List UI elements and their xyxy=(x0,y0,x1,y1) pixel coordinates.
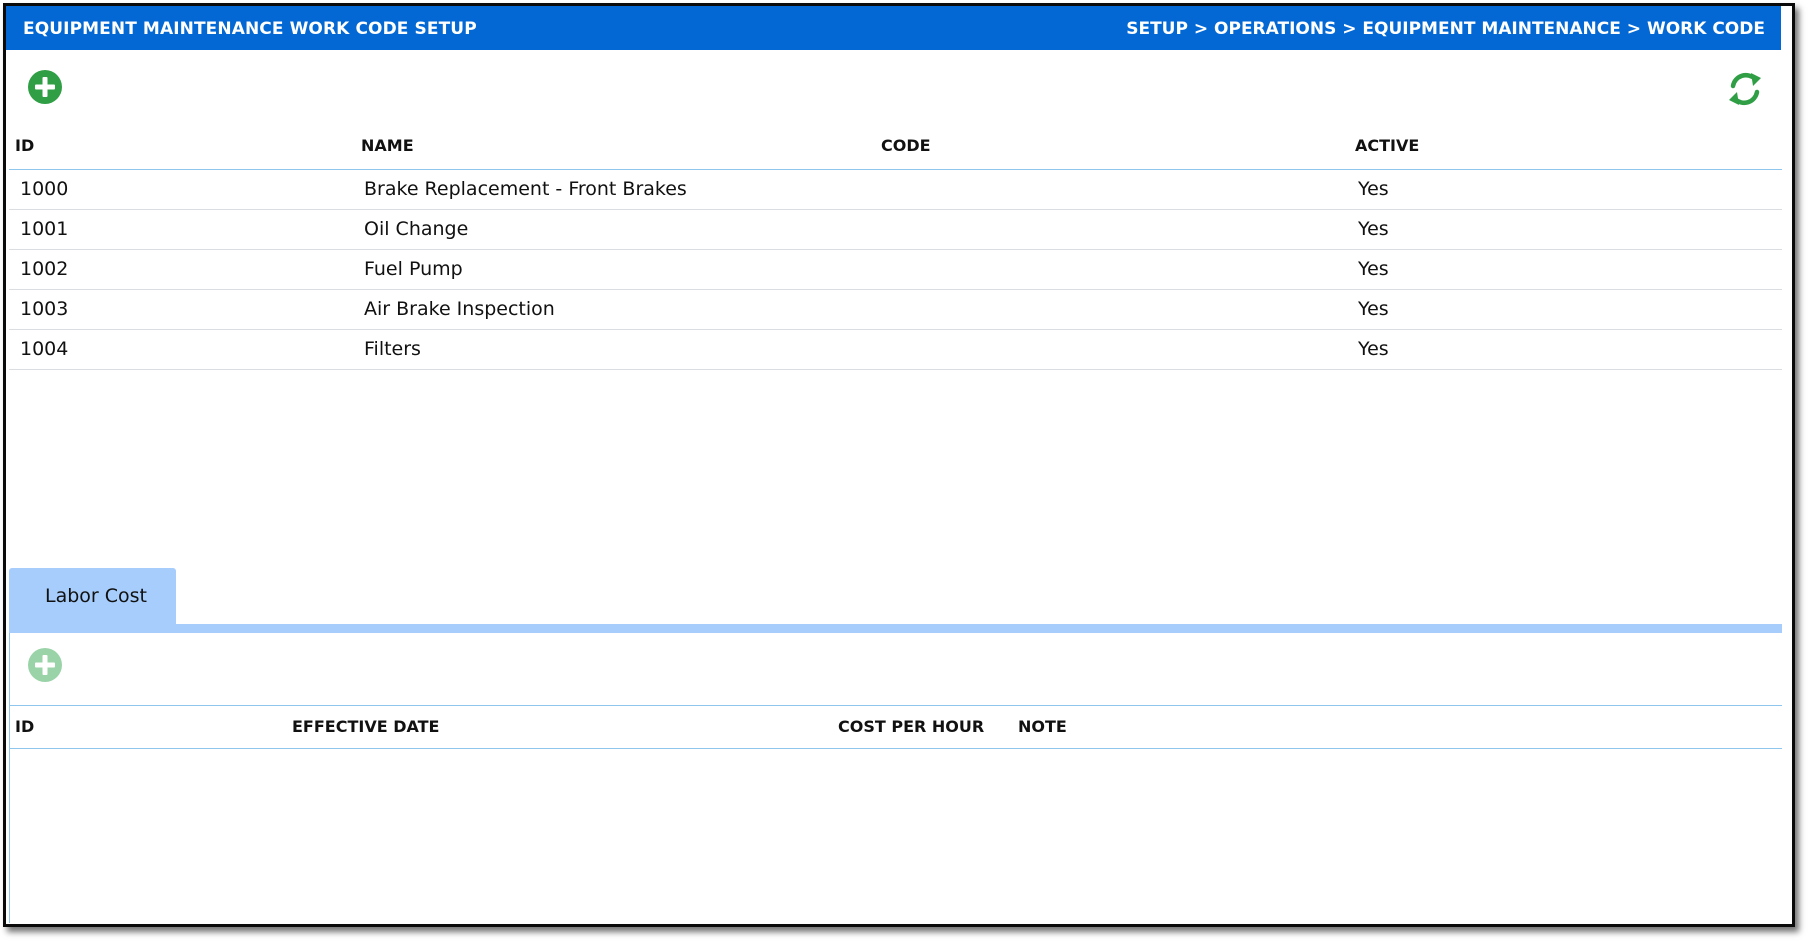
column-header-effective-date[interactable]: EFFECTIVE DATE xyxy=(292,717,439,736)
cell-name: Fuel Pump xyxy=(364,258,463,280)
table-row[interactable]: 1001 Oil Change Yes xyxy=(9,210,1782,250)
cell-active: Yes xyxy=(1358,258,1389,280)
column-header-id[interactable]: ID xyxy=(15,717,34,736)
cell-name: Oil Change xyxy=(364,218,469,240)
add-icon-plus-h xyxy=(35,662,55,668)
labor-cost-grid-header: ID EFFECTIVE DATE COST PER HOUR NOTE xyxy=(9,705,1782,749)
stage: EQUIPMENT MAINTENANCE WORK CODE SETUP SE… xyxy=(0,0,1810,944)
cell-id: 1001 xyxy=(20,218,69,240)
refresh-arrow-bottom xyxy=(1729,92,1739,105)
column-header-active[interactable]: ACTIVE xyxy=(1355,136,1419,155)
breadcrumb[interactable]: SETUP > OPERATIONS > EQUIPMENT MAINTENAN… xyxy=(1126,19,1765,39)
work-code-grid-header: ID NAME CODE ACTIVE xyxy=(9,133,1782,170)
cell-id: 1002 xyxy=(20,258,69,280)
refresh-arrow-top xyxy=(1751,73,1761,86)
column-header-id[interactable]: ID xyxy=(15,136,34,155)
cell-active: Yes xyxy=(1358,338,1389,360)
add-labor-cost-icon[interactable] xyxy=(25,645,65,685)
cell-active: Yes xyxy=(1358,298,1389,320)
tab-label: Labor Cost xyxy=(45,585,148,607)
cell-id: 1000 xyxy=(20,178,69,200)
table-row[interactable]: 1000 Brake Replacement - Front Brakes Ye… xyxy=(9,170,1782,210)
labor-cost-panel xyxy=(9,633,1783,923)
table-row[interactable]: 1004 Filters Yes xyxy=(9,330,1782,370)
cell-active: Yes xyxy=(1358,178,1389,200)
cell-active: Yes xyxy=(1358,218,1389,240)
cell-name: Filters xyxy=(364,338,421,360)
table-row[interactable]: 1002 Fuel Pump Yes xyxy=(9,250,1782,290)
tab-labor-cost[interactable]: Labor Cost xyxy=(9,568,176,625)
page-title: EQUIPMENT MAINTENANCE WORK CODE SETUP xyxy=(23,19,477,39)
column-header-code[interactable]: CODE xyxy=(881,136,931,155)
add-icon-plus-h xyxy=(35,84,55,90)
add-work-code-icon[interactable] xyxy=(25,67,65,107)
header-bar: EQUIPMENT MAINTENANCE WORK CODE SETUP SE… xyxy=(6,6,1781,50)
column-header-cost-per-hour[interactable]: COST PER HOUR xyxy=(838,717,984,736)
tab-strip xyxy=(9,624,1782,633)
refresh-icon[interactable] xyxy=(1725,69,1765,109)
cell-id: 1004 xyxy=(20,338,69,360)
column-header-name[interactable]: NAME xyxy=(361,136,414,155)
cell-id: 1003 xyxy=(20,298,69,320)
table-row[interactable]: 1003 Air Brake Inspection Yes xyxy=(9,290,1782,330)
cell-name: Brake Replacement - Front Brakes xyxy=(364,178,687,200)
cell-name: Air Brake Inspection xyxy=(364,298,555,320)
column-header-note[interactable]: NOTE xyxy=(1018,717,1067,736)
